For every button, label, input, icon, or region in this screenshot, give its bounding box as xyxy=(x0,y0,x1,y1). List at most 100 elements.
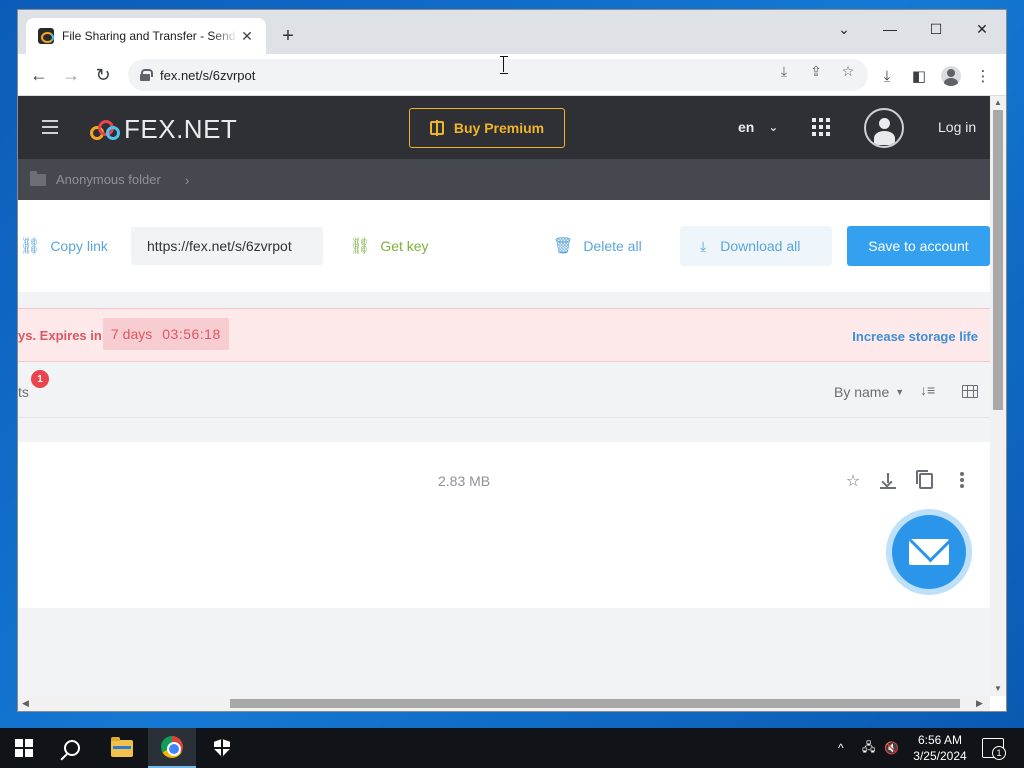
link-icon: ⛓ xyxy=(20,238,41,255)
copy-icon[interactable] xyxy=(916,470,933,489)
system-clock[interactable]: 6:56 AM 3/25/2024 xyxy=(908,732,972,764)
key-link-icon: ⛓ xyxy=(350,238,371,255)
sort-direction-icon[interactable]: ↓≡ xyxy=(920,382,935,398)
scroll-left-arrow-icon[interactable]: ◀ xyxy=(22,698,29,709)
browser-window: File Sharing and Transfer - Send large f… xyxy=(18,10,1006,711)
start-button[interactable] xyxy=(0,728,48,768)
save-to-account-button[interactable]: Save to account xyxy=(847,226,990,266)
network-icon[interactable]: 🖧 xyxy=(862,728,875,768)
scroll-right-arrow-icon[interactable]: ▶ xyxy=(976,698,983,709)
login-link[interactable]: Log in xyxy=(938,119,976,135)
sort-label: By name xyxy=(834,384,890,400)
language-label: en xyxy=(738,119,755,135)
minimize-button[interactable]: — xyxy=(867,14,913,44)
clock-date: 3/25/2024 xyxy=(913,749,967,763)
favorite-star-icon[interactable]: ☆ xyxy=(842,470,864,492)
buy-premium-button[interactable]: Buy Premium xyxy=(409,108,565,148)
user-avatar-icon[interactable] xyxy=(864,108,904,148)
share-icon[interactable]: ⇪ xyxy=(806,61,826,81)
chrome-taskbar-button[interactable] xyxy=(148,728,196,768)
expiry-clock: 03:56:18 xyxy=(162,326,221,342)
new-tab-button[interactable]: + xyxy=(276,24,300,48)
install-app-icon[interactable]: ⤓ xyxy=(774,61,794,81)
profile-icon[interactable] xyxy=(940,65,962,87)
site-favicon-icon xyxy=(38,28,54,44)
tab-strip: File Sharing and Transfer - Send large f… xyxy=(18,10,1006,54)
address-bar[interactable]: fex.net/s/6zvrpot xyxy=(128,59,868,91)
tab-active[interactable]: File Sharing and Transfer - Send large f… xyxy=(26,18,266,54)
breadcrumb: Anonymous folder › xyxy=(18,159,990,200)
clock-time: 6:56 AM xyxy=(917,733,963,747)
expiry-banner: ys. Expires in 7 days 03:56:18 Increase … xyxy=(18,308,990,362)
horizontal-scrollbar[interactable]: ◀ ▶ xyxy=(18,696,990,711)
feedback-mail-button[interactable] xyxy=(886,509,972,595)
site-logo[interactable]: FEX.NET xyxy=(90,114,237,145)
scroll-up-arrow-icon[interactable]: ▲ xyxy=(994,98,1002,107)
apps-grid-icon[interactable] xyxy=(812,118,830,136)
shield-icon xyxy=(214,739,230,757)
action-bar: ⛓ Copy link https://fex.net/s/6zvrpot ⛓ … xyxy=(18,200,990,292)
hamburger-menu-icon[interactable] xyxy=(42,120,58,134)
file-download-icon[interactable] xyxy=(880,473,896,489)
horizontal-scroll-thumb[interactable] xyxy=(230,699,960,708)
maximize-button[interactable]: ☐ xyxy=(913,14,959,44)
expiry-days: 7 days xyxy=(111,326,153,342)
file-explorer-button[interactable] xyxy=(98,728,146,768)
show-hidden-icons-button[interactable]: ^ xyxy=(838,728,844,768)
increase-storage-link[interactable]: Increase storage life xyxy=(852,329,978,344)
security-taskbar-button[interactable] xyxy=(198,728,246,768)
file-explorer-icon xyxy=(111,736,133,757)
chevron-down-icon: ⌄ xyxy=(768,120,779,134)
text-cursor-icon xyxy=(500,56,508,74)
buy-premium-label: Buy Premium xyxy=(453,120,545,136)
chevron-right-icon[interactable]: › xyxy=(185,172,190,188)
vertical-scroll-thumb[interactable] xyxy=(993,110,1003,410)
browser-menu-icon[interactable]: ⋮ xyxy=(972,65,994,87)
caret-down-icon: ▼ xyxy=(895,387,905,397)
windows-logo-icon xyxy=(15,739,33,757)
more-options-icon[interactable] xyxy=(960,472,964,488)
tab-search-button[interactable]: ⌄ xyxy=(821,14,867,44)
side-panel-icon[interactable]: ◧ xyxy=(908,65,930,87)
list-label[interactable]: ts xyxy=(18,384,29,400)
logo-text: FEX.NET xyxy=(124,114,238,144)
file-size: 2.83 MB xyxy=(438,473,491,489)
scroll-down-arrow-icon[interactable]: ▼ xyxy=(994,684,1002,693)
get-key-button[interactable]: ⛓ Get key xyxy=(350,236,429,256)
trash-icon: 🗑 xyxy=(553,238,574,255)
close-window-button[interactable]: ✕ xyxy=(959,14,1005,44)
share-link-field[interactable]: https://fex.net/s/6zvrpot xyxy=(131,227,323,265)
reload-button[interactable]: ↻ xyxy=(88,60,118,90)
delete-all-button[interactable]: 🗑 Delete all xyxy=(553,236,642,256)
file-row[interactable]: 2.83 MB ☆ xyxy=(18,442,990,608)
vertical-scrollbar[interactable]: ▲ ▼ xyxy=(990,96,1006,696)
address-url[interactable]: fex.net/s/6zvrpot xyxy=(160,68,255,83)
expiry-timer: 7 days 03:56:18 xyxy=(103,318,229,350)
page-content: FEX.NET Buy Premium en ⌄ Log in Anonymou… xyxy=(18,96,990,696)
get-key-label: Get key xyxy=(380,238,429,254)
bookmark-star-icon[interactable]: ☆ xyxy=(838,61,858,81)
back-button[interactable]: ← xyxy=(24,60,54,90)
chrome-icon xyxy=(161,736,183,758)
downloads-icon[interactable]: ⤓ xyxy=(876,65,898,87)
forward-button[interactable]: → xyxy=(56,60,86,90)
breadcrumb-folder[interactable]: Anonymous folder xyxy=(56,172,161,187)
sort-dropdown[interactable]: By name ▼ xyxy=(834,384,904,400)
tab-title: File Sharing and Transfer - Send large f… xyxy=(62,29,238,43)
count-badge: 1 xyxy=(31,370,49,388)
download-icon: ⤓ xyxy=(700,237,707,254)
tab-close-icon[interactable]: ✕ xyxy=(238,27,256,45)
gift-icon xyxy=(429,120,444,136)
copy-link-label: Copy link xyxy=(50,238,108,254)
browser-toolbar: ← → ↻ fex.net/s/6zvrpot ⤓ ⇪ ☆ ⤓ ◧ ⋮ xyxy=(18,54,1006,96)
list-header: ts 1 By name ▼ ↓≡ xyxy=(18,364,990,418)
copy-link-button[interactable]: ⛓ Copy link xyxy=(20,236,108,256)
search-button[interactable] xyxy=(48,728,96,768)
cloud-logo-icon xyxy=(90,118,120,142)
delete-all-label: Delete all xyxy=(583,238,642,254)
language-selector[interactable]: en ⌄ xyxy=(738,119,778,135)
download-all-button[interactable]: ⤓ Download all xyxy=(680,226,832,266)
grid-view-icon[interactable] xyxy=(962,385,978,398)
lock-icon[interactable] xyxy=(140,69,153,81)
volume-muted-icon[interactable]: 🔇 xyxy=(884,728,899,768)
